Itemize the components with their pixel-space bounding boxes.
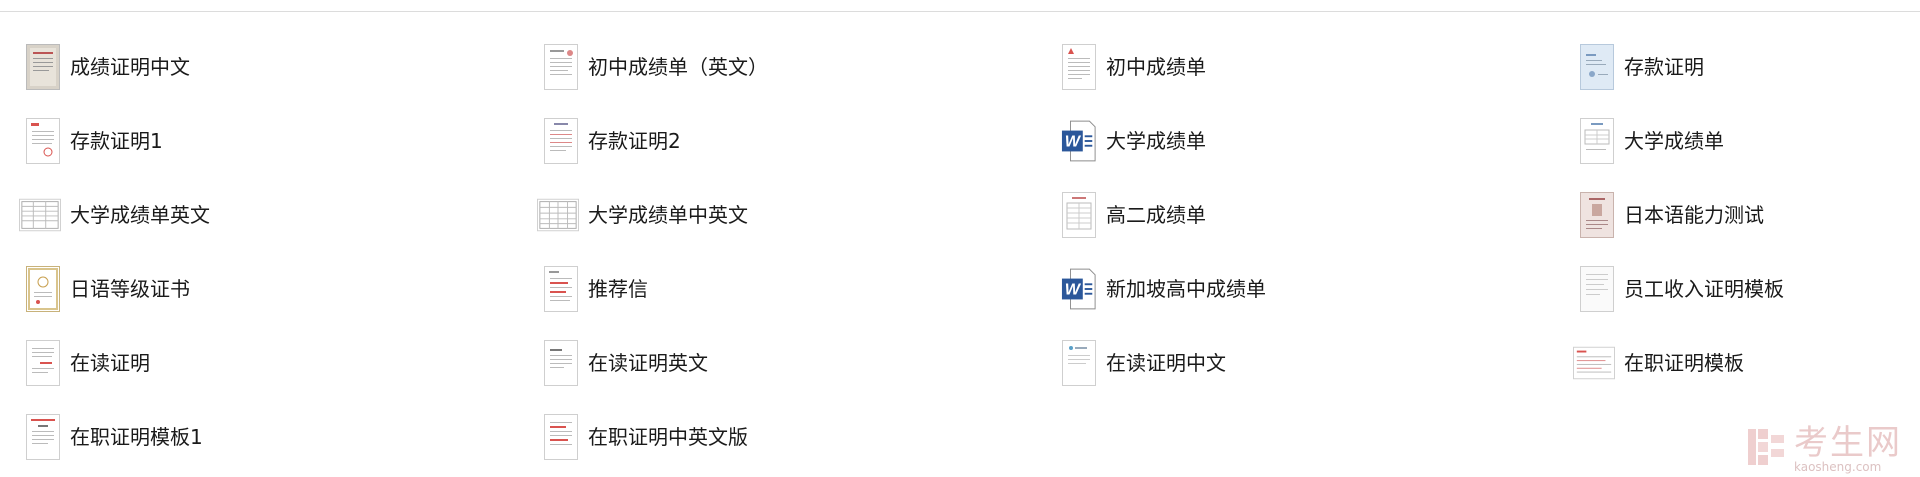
blue-certificate-thumbnail-icon [1579,43,1615,91]
word-file-icon: W [1061,117,1097,165]
scanned-document-icon [25,43,61,91]
word-file-icon: W [1061,265,1097,313]
file-item[interactable]: 存款证明 [1579,30,1920,104]
svg-text:W: W [1065,281,1082,299]
file-item[interactable]: 日语等级证书 [25,252,543,326]
file-item[interactable]: 大学成绩单英文 [19,178,543,252]
watermark-text: 考生网 kaosheng.com [1794,425,1902,473]
file-grid: 成绩证明中文 初中成绩单（英文） 初中成绩单 存款证明 存款证明1 存款证明2 … [19,30,1920,474]
document-thumbnail-icon [1579,265,1615,313]
kaosheng-logo-icon [1746,427,1786,471]
watermark-name: 考生网 [1794,423,1902,463]
top-divider [0,11,1920,12]
file-name: 日语等级证书 [70,277,190,301]
file-name: 大学成绩单英文 [70,203,210,227]
file-name: 在职证明模板 [1624,351,1744,375]
file-item[interactable]: 在职证明模板1 [25,400,543,474]
file-name: 在职证明模板1 [70,425,203,449]
file-name: 在读证明英文 [588,351,708,375]
document-thumbnail-icon [1061,43,1097,91]
file-item[interactable]: W 大学成绩单 [1061,104,1579,178]
document-thumbnail-icon [1579,117,1615,165]
file-name: 大学成绩单中英文 [588,203,748,227]
file-item[interactable]: 在读证明 [25,326,543,400]
file-name: 大学成绩单 [1106,129,1206,153]
certificate-thumbnail-icon [1579,191,1615,239]
file-name: 存款证明1 [70,129,163,153]
file-name: 员工收入证明模板 [1624,277,1784,301]
document-thumbnail-icon [25,413,61,461]
file-name: 在读证明 [70,351,150,375]
file-item[interactable]: 高二成绩单 [1061,178,1579,252]
file-item[interactable]: 在读证明英文 [543,326,1061,400]
watermark-url: kaosheng.com [1794,460,1882,474]
document-thumbnail-icon [543,413,579,461]
file-name: 初中成绩单（英文） [588,55,768,79]
file-name: 在读证明中文 [1106,351,1226,375]
file-item[interactable]: 初中成绩单 [1061,30,1579,104]
file-item[interactable]: 存款证明1 [25,104,543,178]
file-name: 成绩证明中文 [70,55,190,79]
file-name: 新加坡高中成绩单 [1106,277,1266,301]
document-thumbnail-icon [543,43,579,91]
file-item[interactable]: 存款证明2 [543,104,1061,178]
file-item[interactable]: 在职证明模板 [1573,326,1920,400]
landscape-table-thumbnail-icon [537,191,579,239]
file-name: 高二成绩单 [1106,203,1206,227]
file-item[interactable]: 日本语能力测试 [1579,178,1920,252]
file-item[interactable]: W 新加坡高中成绩单 [1061,252,1579,326]
file-name: 初中成绩单 [1106,55,1206,79]
document-thumbnail-icon [25,339,61,387]
file-item[interactable]: 大学成绩单 [1579,104,1920,178]
file-item[interactable]: 在职证明中英文版 [543,400,1061,474]
file-item[interactable]: 员工收入证明模板 [1579,252,1920,326]
file-item[interactable]: 推荐信 [543,252,1061,326]
document-thumbnail-icon [543,117,579,165]
landscape-table-thumbnail-icon [19,191,61,239]
document-thumbnail-icon [1061,339,1097,387]
file-item[interactable]: 成绩证明中文 [25,30,543,104]
document-thumbnail-icon [25,117,61,165]
document-thumbnail-icon [1061,191,1097,239]
document-thumbnail-icon [543,265,579,313]
file-item[interactable]: 初中成绩单（英文） [543,30,1061,104]
file-name: 存款证明2 [588,129,681,153]
file-name: 在职证明中英文版 [588,425,748,449]
file-name: 推荐信 [588,277,648,301]
file-name: 存款证明 [1624,55,1704,79]
gold-certificate-thumbnail-icon [25,265,61,313]
watermark: 考生网 kaosheng.com [1746,425,1902,473]
file-name: 大学成绩单 [1624,129,1724,153]
svg-text:W: W [1065,133,1082,151]
landscape-table-thumbnail-icon [1573,339,1615,387]
file-item[interactable]: 大学成绩单中英文 [537,178,1061,252]
file-item[interactable]: 在读证明中文 [1061,326,1579,400]
document-thumbnail-icon [543,339,579,387]
file-name: 日本语能力测试 [1624,203,1764,227]
